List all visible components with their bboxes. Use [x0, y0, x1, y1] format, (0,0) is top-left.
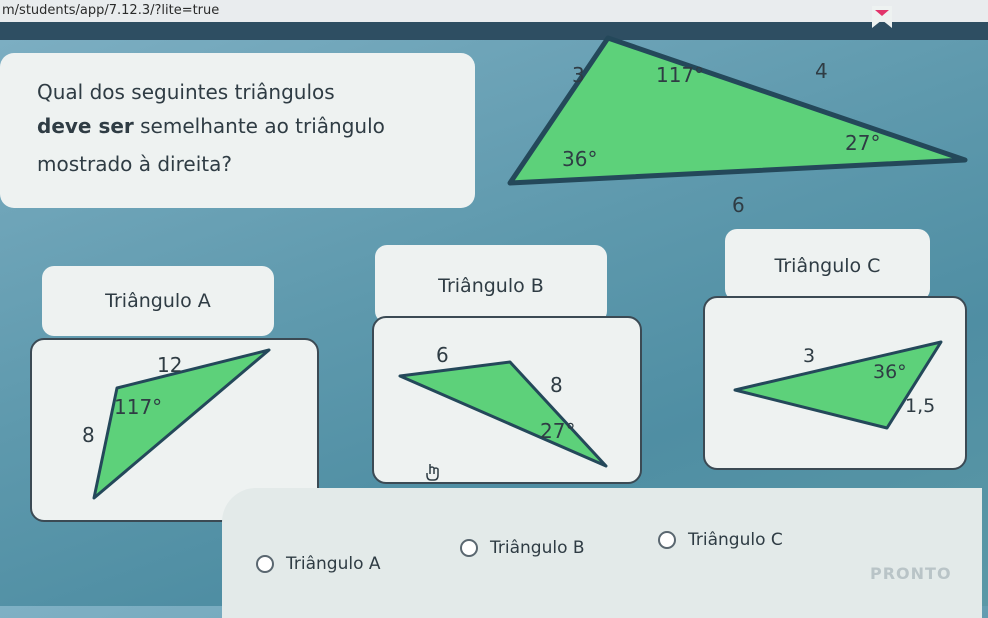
option-c-angle: 36° [873, 361, 907, 383]
option-a-title: Triângulo A [105, 290, 211, 312]
question-line-2-rest: semelhante ao triângulo [133, 114, 385, 138]
reference-angle-left: 36° [562, 147, 597, 171]
option-b-triangle [398, 360, 608, 468]
url-text[interactable]: m/students/app/7.12.3/?lite=true [2, 3, 219, 18]
browser-url-bar[interactable]: m/students/app/7.12.3/?lite=true [0, 0, 988, 23]
radio-icon[interactable] [256, 555, 274, 573]
option-c-side-top: 3 [803, 345, 815, 367]
option-b-side-right: 8 [550, 373, 563, 397]
option-b-angle: 27° [540, 419, 575, 443]
option-c-title-card: Triângulo C [725, 229, 930, 301]
option-a-side-left: 8 [82, 423, 95, 447]
question-emphasis: deve ser [37, 114, 134, 138]
question-card: Qual dos seguintes triângulos deve ser s… [0, 53, 475, 208]
answer-choice-c[interactable]: Triângulo C [658, 530, 783, 550]
reference-angle-top: 117° [656, 63, 704, 87]
answer-choice-b[interactable]: Triângulo B [460, 538, 585, 558]
option-c-side-right: 1,5 [905, 395, 935, 417]
option-b-title: Triângulo B [438, 275, 544, 297]
question-line-3: mostrado à direita? [37, 152, 232, 176]
reference-side-top-right: 4 [815, 59, 828, 83]
option-b-title-card: Triângulo B [375, 245, 607, 323]
option-c-figure-card: 3 36° 1,5 [703, 296, 967, 470]
radio-icon[interactable] [658, 531, 676, 549]
option-a-angle: 117° [114, 395, 162, 419]
answer-choice-b-label[interactable]: Triângulo B [490, 538, 585, 558]
reference-side-bottom: 6 [732, 193, 745, 217]
option-a-side-top: 12 [157, 353, 182, 377]
reference-triangle-figure: 3 117° 4 27° 36° 6 [507, 35, 968, 217]
submit-button[interactable]: PRONTO [870, 564, 952, 583]
option-c-title: Triângulo C [774, 255, 881, 277]
reference-side-top-left: 3 [572, 63, 585, 87]
bookmark-icon[interactable] [870, 4, 894, 30]
option-b-figure: 6 8 27° [398, 343, 608, 481]
answer-panel: Triângulo A Triângulo B Triângulo C PRON… [222, 488, 982, 618]
radio-icon[interactable] [460, 539, 478, 557]
option-b-side-top: 6 [436, 343, 449, 367]
answer-choice-c-label[interactable]: Triângulo C [688, 530, 783, 550]
question-line-2: deve ser semelhante ao triângulo [37, 114, 385, 138]
option-b-figure-card: 6 8 27° [372, 316, 642, 484]
answer-choice-a[interactable]: Triângulo A [256, 554, 381, 574]
answer-choice-a-label[interactable]: Triângulo A [286, 554, 381, 574]
hand-cursor-icon [426, 464, 439, 481]
option-a-title-card: Triângulo A [42, 266, 274, 336]
question-line-1: Qual dos seguintes triângulos [37, 80, 335, 104]
option-c-figure: 3 36° 1,5 [733, 340, 943, 430]
reference-angle-right: 27° [845, 131, 880, 155]
